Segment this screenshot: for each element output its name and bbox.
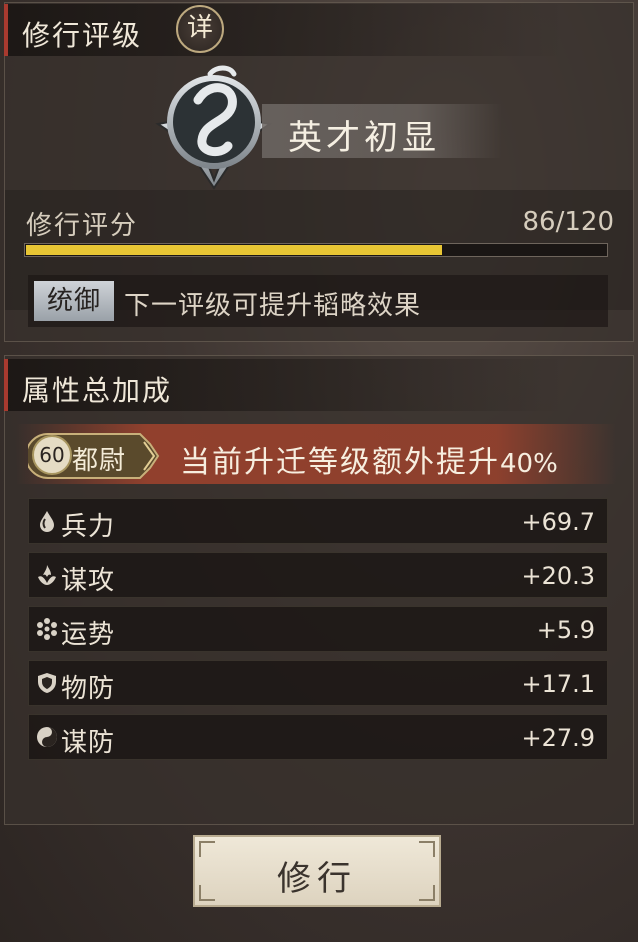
attribute-row: 物防 +17.1: [28, 660, 608, 706]
attribute-name: 运势: [61, 620, 116, 650]
bonus-panel-title: 属性总加成: [22, 374, 173, 407]
drop-icon: [40, 511, 54, 532]
attribute-value: +17.1: [521, 670, 595, 698]
attribute-row: 谋攻 +20.3: [28, 552, 608, 598]
rank-name: 英才初显: [288, 118, 440, 158]
rank-emblem-icon: [155, 65, 273, 190]
score-value: 86/120: [522, 207, 614, 237]
attribute-value: +27.9: [521, 724, 595, 752]
yin-yang-icon: [37, 727, 57, 747]
bonus-text: 当前升迁等级额外提升40%: [180, 437, 558, 481]
shield-icon: [38, 673, 56, 693]
attribute-row: 运势 +5.9: [28, 606, 608, 652]
attribute-name: 物防: [61, 674, 116, 704]
rating-panel-header: 修行评级: [4, 4, 564, 56]
level-number: 60: [32, 435, 72, 475]
rating-panel-title: 修行评级: [22, 19, 143, 52]
level-title: 都尉: [72, 446, 127, 476]
cultivate-button[interactable]: 修行: [193, 835, 441, 907]
ring-dots-icon: [37, 618, 57, 640]
attribute-value: +20.3: [521, 562, 595, 590]
hint-tag: 统御: [34, 281, 114, 321]
attribute-row: 谋防 +27.9: [28, 714, 608, 760]
score-progress-fill: [26, 245, 442, 255]
bonus-panel-header: 属性总加成: [4, 359, 564, 411]
score-label: 修行评分: [26, 211, 139, 241]
hint-text: 下一评级可提升韬略效果: [124, 291, 422, 321]
bonus-text-main: 当前升迁等级额外提升: [180, 445, 500, 480]
attribute-value: +5.9: [536, 616, 595, 644]
attribute-name: 兵力: [61, 512, 116, 542]
cultivate-button-label: 修行: [277, 859, 357, 899]
attribute-row: 兵力 +69.7: [28, 498, 608, 544]
score-progress-bar: [24, 243, 608, 257]
bonus-percent: 40%: [500, 449, 558, 479]
attribute-value: +69.7: [521, 508, 595, 536]
detail-button[interactable]: 详: [176, 5, 224, 53]
attribute-name: 谋防: [61, 728, 116, 758]
attribute-name: 谋攻: [61, 566, 116, 596]
flame-icon: [38, 565, 56, 585]
